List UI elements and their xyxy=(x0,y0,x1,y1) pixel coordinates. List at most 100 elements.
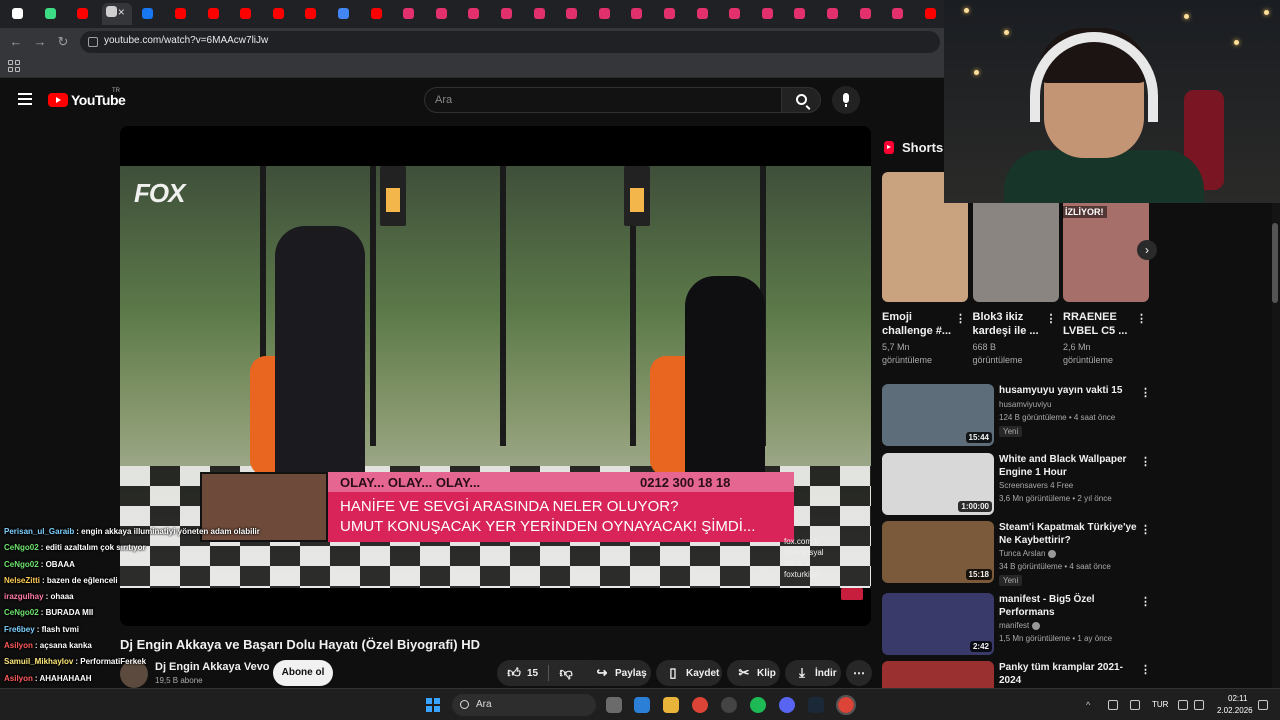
reload-icon[interactable]: ↻ xyxy=(55,34,71,50)
chat-username[interactable]: Asilyon xyxy=(4,641,33,650)
browser-tab[interactable] xyxy=(884,5,912,23)
browser-tab[interactable] xyxy=(591,5,619,23)
video-title[interactable]: husamyuyu yayın vakti 15 xyxy=(999,384,1139,397)
channel-name[interactable]: Tunca Arslan xyxy=(999,549,1057,558)
search-button[interactable] xyxy=(781,87,821,113)
notification-icon[interactable] xyxy=(1258,700,1268,710)
cloud-icon[interactable] xyxy=(1108,700,1118,710)
video-more-icon[interactable]: ⋮ xyxy=(1140,455,1151,468)
channel-name[interactable]: manifest xyxy=(999,621,1041,630)
site-info-icon[interactable] xyxy=(88,37,98,47)
chat-username[interactable]: CeNgo02 xyxy=(4,543,39,552)
video-more-icon[interactable]: ⋮ xyxy=(1140,386,1151,399)
browser-tab[interactable] xyxy=(917,5,945,23)
microphone-tray-icon[interactable] xyxy=(1130,700,1140,710)
browser-tab[interactable] xyxy=(721,5,749,23)
close-tab-icon[interactable]: × xyxy=(118,5,125,19)
chat-username[interactable]: CeNgo02 xyxy=(4,608,39,617)
windows-start-icon[interactable] xyxy=(426,698,440,712)
video-title[interactable]: White and Black Wallpaper Engine 1 Hour xyxy=(999,453,1139,479)
chat-username[interactable]: Asilyon xyxy=(4,674,33,683)
browser-tab[interactable] xyxy=(395,5,423,23)
browser-tab[interactable] xyxy=(232,5,260,23)
video-thumbnail[interactable]: 15:18 xyxy=(882,521,994,583)
browser-tab[interactable] xyxy=(37,5,65,23)
chat-username[interactable]: Perisan_ul_Garaib xyxy=(4,527,74,536)
youtube-logo[interactable]: YouTube xyxy=(48,92,126,108)
input-language[interactable]: TUR xyxy=(1152,700,1168,709)
short-title[interactable]: RRAENEE LVBEL C5 ... xyxy=(1063,310,1133,338)
like-count[interactable]: 15 xyxy=(527,668,538,679)
browser-tab[interactable] xyxy=(493,5,521,23)
recommended-video[interactable]: 15:18 Steam'i Kapatmak Türkiye'ye Ne Kayb… xyxy=(882,521,1152,586)
download-button[interactable]: ⤓ İndir xyxy=(785,660,841,686)
browser-tab[interactable] xyxy=(623,5,651,23)
forward-icon[interactable]: → xyxy=(32,34,48,50)
browser-tab[interactable] xyxy=(69,5,97,23)
video-more-icon[interactable]: ⋮ xyxy=(1140,663,1151,676)
voice-search-button[interactable] xyxy=(832,86,860,114)
browser-tab[interactable] xyxy=(363,5,391,23)
short-title[interactable]: Blok3 ikiz kardeşi ile ... xyxy=(973,310,1043,338)
spotify-icon[interactable] xyxy=(750,697,766,713)
browser-tab[interactable] xyxy=(330,5,358,23)
clock-time[interactable]: 02:11 xyxy=(1228,694,1247,703)
clip-button[interactable]: ✂ Klip xyxy=(727,660,780,686)
back-icon[interactable]: ← xyxy=(8,34,24,50)
browser-tab[interactable] xyxy=(852,5,880,23)
search-input[interactable] xyxy=(425,88,745,112)
chat-username[interactable]: Samuil_Mikhaylov xyxy=(4,657,73,666)
save-button[interactable]: ▯ Kaydet xyxy=(656,660,722,686)
obs-icon[interactable] xyxy=(721,697,737,713)
browser-tab[interactable] xyxy=(558,5,586,23)
chrome-icon[interactable] xyxy=(692,697,708,713)
scrollbar-thumb[interactable] xyxy=(1272,223,1278,303)
video-thumbnail[interactable]: 1:00:00 xyxy=(882,453,994,515)
task-view-icon[interactable] xyxy=(606,697,622,713)
recommended-video[interactable]: 1:00:00 White and Black Wallpaper Engine … xyxy=(882,453,1152,517)
browser-tab[interactable] xyxy=(819,5,847,23)
apps-grid-icon[interactable] xyxy=(8,60,20,72)
browser-tab[interactable]: × xyxy=(101,3,132,25)
video-title[interactable]: Steam'i Kapatmak Türkiye'ye Ne Kaybettir… xyxy=(999,521,1139,547)
short-more-icon[interactable]: ⋮ xyxy=(955,312,966,325)
browser-tab[interactable] xyxy=(297,5,325,23)
address-bar[interactable]: youtube.com/watch?v=6MAAcw7liJw xyxy=(80,31,940,53)
browser-tab[interactable] xyxy=(200,5,228,23)
video-thumbnail[interactable]: 15:44 xyxy=(882,384,994,446)
discord-icon[interactable] xyxy=(779,697,795,713)
network-icon[interactable] xyxy=(1178,700,1188,710)
file-explorer-icon[interactable] xyxy=(663,697,679,713)
video-more-icon[interactable]: ⋮ xyxy=(1140,595,1151,608)
browser-tab[interactable] xyxy=(134,5,162,23)
recommended-video[interactable]: 2:42 manifest - Big5 Özel Performans manif… xyxy=(882,593,1152,657)
steam-icon[interactable] xyxy=(808,697,824,713)
chrome-active-icon[interactable] xyxy=(836,695,856,715)
browser-tab[interactable] xyxy=(167,5,195,23)
browser-tab[interactable] xyxy=(428,5,456,23)
browser-tab[interactable] xyxy=(689,5,717,23)
short-title[interactable]: Emoji challenge #... xyxy=(882,310,952,338)
thumbs-up-icon[interactable]: 👍︎ xyxy=(507,666,521,680)
channel-name[interactable]: Screensavers 4 Free xyxy=(999,481,1073,490)
taskbar-search[interactable]: Ara xyxy=(452,694,596,716)
shorts-next-arrow-icon[interactable]: › xyxy=(1137,240,1157,260)
page-scrollbar[interactable] xyxy=(1272,203,1280,688)
browser-tab[interactable] xyxy=(656,5,684,23)
browser-tab[interactable] xyxy=(754,5,782,23)
chat-username[interactable]: irazgulhay xyxy=(4,592,44,601)
chat-username[interactable]: CeNgo02 xyxy=(4,560,39,569)
short-more-icon[interactable]: ⋮ xyxy=(1136,312,1147,325)
video-thumbnail[interactable]: 2:42 xyxy=(882,593,994,655)
more-actions-button[interactable]: ⋯ xyxy=(846,660,872,686)
menu-icon[interactable] xyxy=(18,93,32,105)
player-corner-icon[interactable] xyxy=(841,588,863,600)
browser-tab[interactable] xyxy=(526,5,554,23)
browser-tab[interactable] xyxy=(4,5,32,23)
browser-tab[interactable] xyxy=(786,5,814,23)
chat-username[interactable]: NelseZitti xyxy=(4,576,40,585)
recommended-video[interactable]: 15:44 husamyuyu yayın vakti 15 husamviyuvi… xyxy=(882,384,1152,448)
browser-tab[interactable] xyxy=(460,5,488,23)
tray-chevron-icon[interactable]: ^ xyxy=(1086,700,1096,710)
thumbs-down-icon[interactable]: 👎︎ xyxy=(559,666,573,680)
